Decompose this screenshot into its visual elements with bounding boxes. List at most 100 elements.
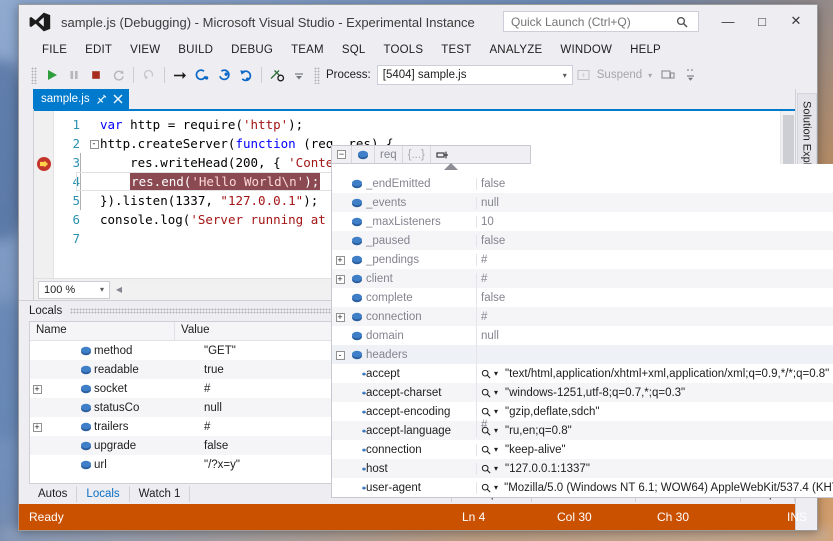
locals-row-type (210, 421, 216, 433)
show-next-statement-button[interactable] (138, 64, 160, 86)
datatip-row[interactable]: connection ▾ "keep-alive" (332, 440, 833, 459)
step-over-button[interactable] (213, 64, 235, 86)
menu-item-build[interactable]: BUILD (169, 42, 222, 58)
datatip-row[interactable]: accept-language ▾ "ru,en;q=0.8" (332, 421, 833, 440)
datatip-row[interactable]: user-agent ▾ "Mozilla/5.0 (Windows NT 6.1;… (332, 478, 833, 497)
value-visualizer-icon[interactable]: ▾ (481, 426, 505, 436)
threads-icon[interactable] (266, 64, 288, 86)
fold-toggle[interactable] (88, 115, 100, 134)
expand-toggle[interactable]: + (30, 384, 44, 394)
value-visualizer-icon[interactable]: ▾ (481, 369, 505, 379)
menu-item-file[interactable]: FILE (33, 42, 76, 58)
menu-item-analyze[interactable]: ANALYZE (480, 42, 551, 58)
toolbar-grip[interactable] (314, 66, 320, 84)
expand-toggle[interactable]: + (332, 311, 348, 323)
maximize-button[interactable]: □ (745, 7, 779, 35)
value-visualizer-icon[interactable]: ▾ (481, 483, 504, 493)
datatip-row-value-cell[interactable]: ▾ "keep-alive" (476, 443, 833, 456)
suspend-chevron-down-icon[interactable]: ▾ (648, 71, 657, 80)
expand-toggle[interactable]: + (332, 273, 348, 285)
datatip-row-value-cell[interactable]: false (476, 177, 833, 190)
bottom-tab-watch-1[interactable]: Watch 1 (130, 486, 191, 502)
quick-launch-box[interactable] (503, 11, 699, 32)
restart-button[interactable] (107, 64, 129, 86)
datatip-scroll-up-arrow-icon[interactable] (444, 163, 458, 170)
close-icon[interactable] (113, 94, 123, 104)
datatip-row-value-cell[interactable]: ▾ "Mozilla/5.0 (Windows NT 6.1; WOW64) Ap… (476, 481, 833, 494)
fold-toggle[interactable]: - (88, 134, 100, 153)
datatip-row[interactable]: _endEmitted false (332, 174, 833, 193)
fold-toggle[interactable] (88, 172, 100, 191)
datatip-row-value-cell[interactable]: ▾ "ru,en;q=0.8" (476, 424, 833, 437)
lifecycle-events-icon[interactable] (657, 64, 679, 86)
process-combobox[interactable]: [5404] sample.js ▾ (376, 65, 573, 85)
menu-item-test[interactable]: TEST (432, 42, 480, 58)
menu-item-tools[interactable]: TOOLS (374, 42, 432, 58)
debug-datatip[interactable]: − req {...} _endEmitted false _events null _… (331, 145, 833, 498)
continue-button[interactable] (41, 64, 63, 86)
datatip-row[interactable]: _maxListeners 10 (332, 212, 833, 231)
expand-toggle[interactable]: + (30, 422, 44, 432)
datatip-row-value-cell[interactable]: ▾ "windows-1251,utf-8;q=0.7,*;q=0.3" (476, 386, 833, 399)
datatip-row-value-cell[interactable]: # (476, 253, 833, 266)
value-visualizer-icon[interactable]: ▾ (481, 388, 505, 398)
breakpoint-margin[interactable] (34, 111, 54, 278)
datatip-body[interactable]: _endEmitted false _events null _maxListeners… (331, 163, 833, 498)
break-all-button[interactable] (63, 64, 85, 86)
datatip-row-name: accept (366, 367, 400, 380)
datatip-row-value-cell[interactable]: ▾ "gzip,deflate,sdch" (476, 405, 833, 418)
datatip-row[interactable]: _events null (332, 193, 833, 212)
menu-item-team[interactable]: TEAM (282, 42, 333, 58)
menu-item-window[interactable]: WINDOW (551, 42, 621, 58)
bottom-tab-autos[interactable]: Autos (29, 486, 78, 502)
menu-item-view[interactable]: VIEW (121, 42, 169, 58)
menu-item-sql[interactable]: SQL (333, 42, 375, 58)
datatip-row-value-cell[interactable]: ▾ "127.0.0.1:1337" (476, 462, 833, 475)
datatip-row-value-cell[interactable]: ▾ "text/html,application/xhtml+xml,applic… (476, 367, 833, 380)
fold-toggle[interactable] (88, 153, 100, 172)
fold-toggle[interactable] (88, 191, 100, 210)
pin-to-source-icon[interactable] (431, 146, 454, 163)
value-visualizer-icon[interactable]: ▾ (481, 445, 505, 455)
scroll-left-arrow-icon[interactable]: ◀ (112, 285, 126, 294)
fold-toggle[interactable] (88, 210, 100, 229)
expand-toggle[interactable]: + (332, 254, 348, 266)
toolbar-grip[interactable] (31, 66, 37, 84)
stop-debugging-button[interactable] (85, 64, 107, 86)
datatip-row-name: connection (366, 443, 422, 456)
fold-toggle[interactable] (88, 229, 100, 248)
datatip-row-value: "text/html,application/xhtml+xml,applica… (505, 367, 830, 380)
zoom-level-combobox[interactable]: 100 % ▾ (38, 280, 110, 299)
expand-toggle[interactable]: - (332, 349, 348, 361)
datatip-row-name: user-agent (366, 481, 421, 494)
object-bubble-icon (352, 146, 375, 163)
toolbar-more-icon[interactable] (679, 64, 701, 86)
value-visualizer-icon[interactable]: ▾ (481, 464, 505, 474)
datatip-row-value-cell[interactable]: false (476, 234, 833, 247)
quick-launch-input[interactable] (504, 13, 676, 30)
datatip-header[interactable]: − req {...} (331, 145, 531, 164)
bottom-tab-locals[interactable]: Locals (77, 486, 130, 502)
collapse-box-icon[interactable]: − (332, 146, 352, 163)
toolbar-overflow-icon[interactable] (288, 64, 310, 86)
step-button[interactable] (169, 64, 191, 86)
menu-item-help[interactable]: HELP (621, 42, 670, 58)
minimize-button[interactable]: — (711, 7, 745, 35)
menu-item-debug[interactable]: DEBUG (222, 42, 282, 58)
step-into-button[interactable] (191, 64, 213, 86)
value-visualizer-icon[interactable]: ▾ (481, 407, 505, 417)
column-header-name[interactable]: Name (30, 322, 175, 340)
datatip-row[interactable]: host ▾ "127.0.0.1:1337" (332, 459, 833, 478)
datatip-row[interactable]: - headers # (332, 278, 833, 431)
datatip-row[interactable]: + _pendings # (332, 250, 833, 269)
line-source[interactable]: var http = require('http'); (100, 115, 795, 134)
datatip-row[interactable]: _paused false (332, 231, 833, 250)
menu-item-edit[interactable]: EDIT (76, 42, 121, 58)
breakpoint-current-statement-icon[interactable] (37, 157, 51, 171)
datatip-row-value-cell[interactable]: null (476, 196, 833, 209)
document-tab-sample-js[interactable]: sample.js (33, 89, 129, 109)
close-button[interactable]: ✕ (779, 7, 813, 35)
datatip-row-value-cell[interactable]: 10 (476, 215, 833, 228)
pin-icon[interactable] (96, 94, 107, 105)
step-out-button[interactable] (235, 64, 257, 86)
